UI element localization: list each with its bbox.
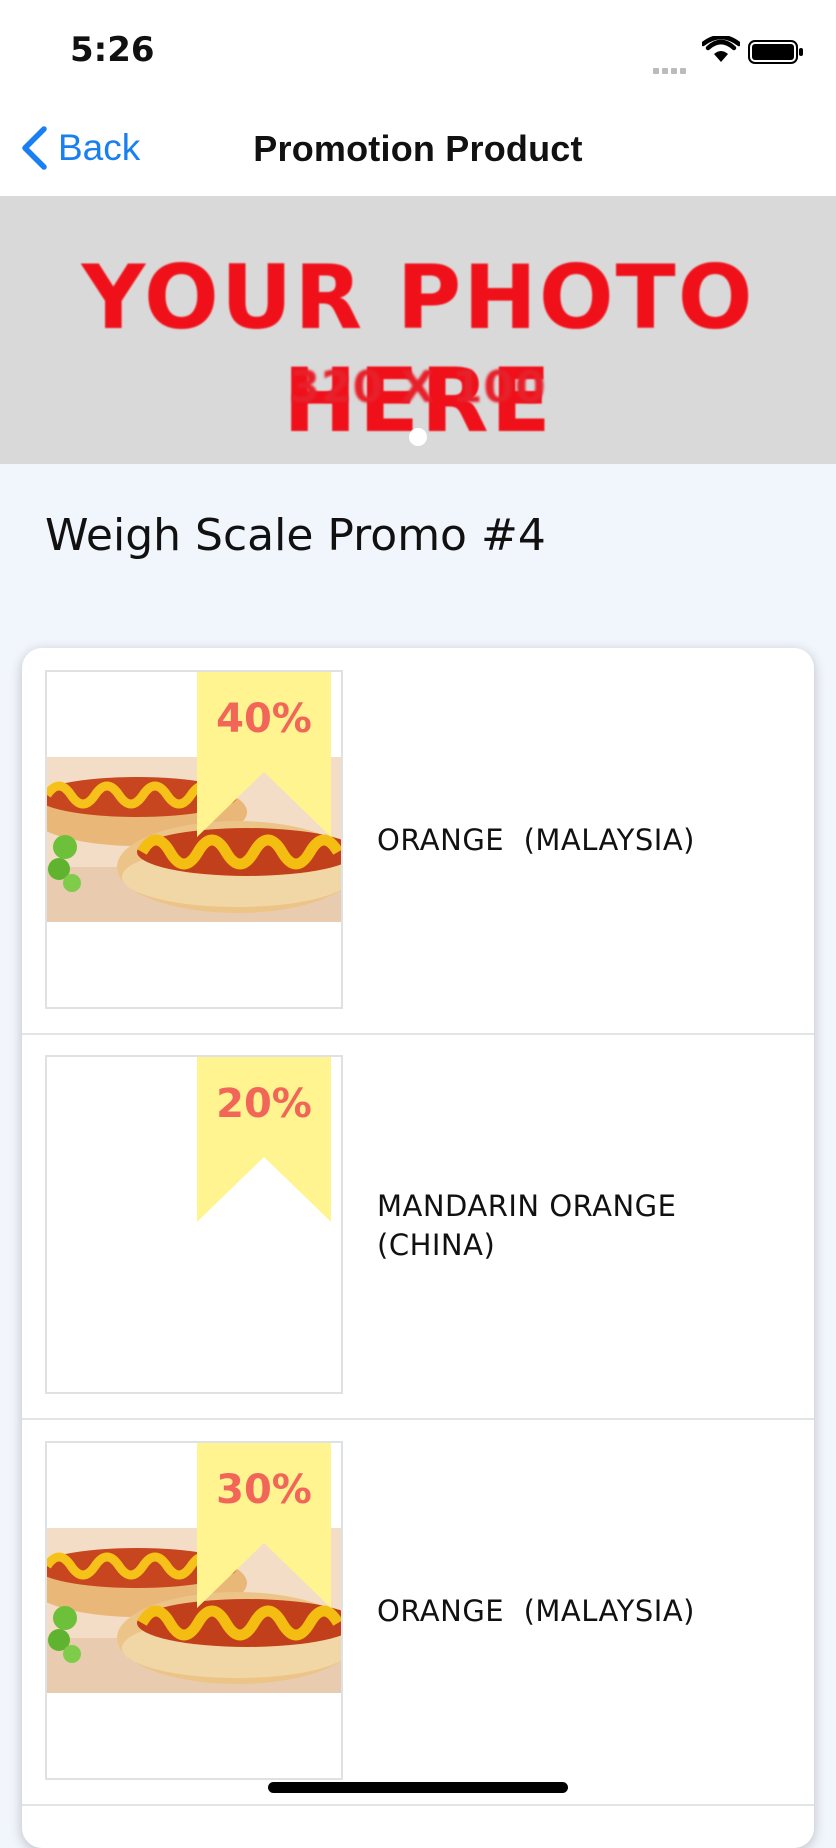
- product-row[interactable]: 20% MANDARIN ORANGE (CHINA): [22, 1033, 814, 1420]
- discount-label: 30%: [216, 1467, 312, 1513]
- product-name: MANDARIN ORANGE (CHINA): [377, 1189, 677, 1262]
- product-list-card: 40% ORANGE (MALAYSIA) 20% MANDARIN ORANG…: [22, 648, 814, 1848]
- product-row[interactable]: 40% ORANGE (MALAYSIA): [22, 648, 814, 1035]
- status-time: 5:26: [70, 30, 155, 70]
- battery-icon: [748, 40, 803, 64]
- product-name: ORANGE (MALAYSIA): [377, 1594, 695, 1628]
- page-title: Promotion Product: [253, 128, 583, 169]
- product-row[interactable]: 30% ORANGE (MALAYSIA): [22, 1419, 814, 1806]
- promo-banner[interactable]: YOUR PHOTO HERE 320 X 100: [0, 196, 836, 464]
- discount-label: 40%: [216, 696, 312, 742]
- home-indicator[interactable]: [268, 1782, 568, 1793]
- product-name: ORANGE (MALAYSIA): [377, 823, 695, 857]
- navigation-bar: Back Promotion Product: [0, 100, 836, 196]
- product-thumbnail: 30%: [45, 1441, 343, 1780]
- product-thumbnail: 40%: [45, 670, 343, 1009]
- product-thumbnail: 20%: [45, 1055, 343, 1394]
- banner-subtext: 320 X 100: [289, 362, 547, 413]
- banner-headline: YOUR PHOTO HERE: [81, 246, 755, 452]
- wifi-icon: [702, 36, 740, 62]
- status-bar: 5:26: [0, 0, 836, 100]
- discount-label: 20%: [216, 1081, 312, 1127]
- page-indicator-dot[interactable]: [409, 428, 427, 446]
- promo-title: Weigh Scale Promo #4: [45, 510, 546, 561]
- cellular-signal-icon: [653, 56, 689, 74]
